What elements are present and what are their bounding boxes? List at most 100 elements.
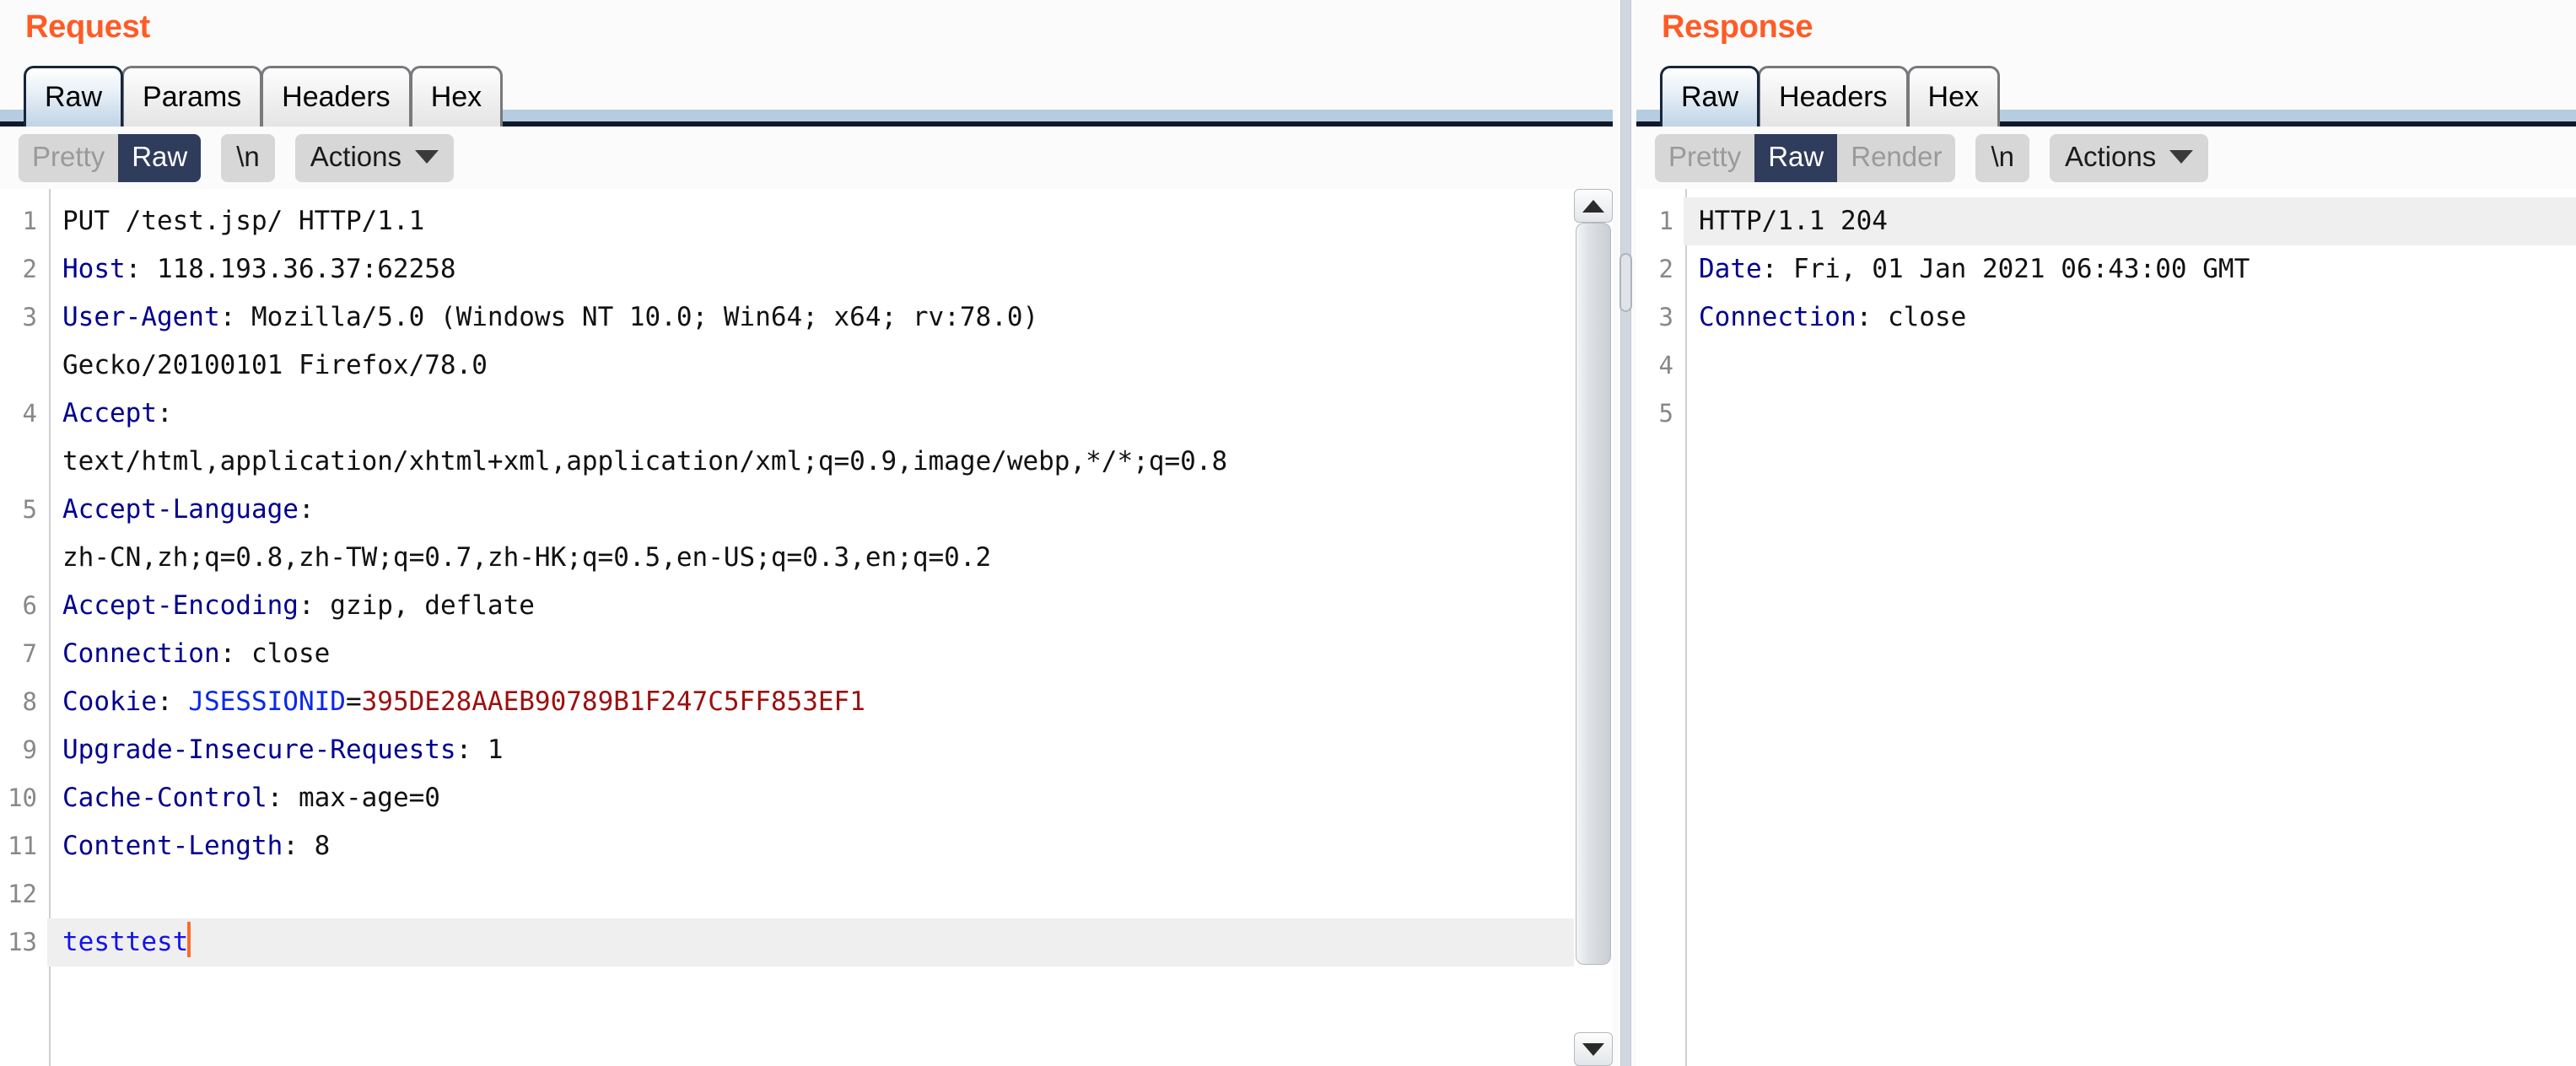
- request-panel: Request RawParamsHeadersHex PrettyRaw \n…: [0, 0, 1613, 1066]
- response-editor[interactable]: 1HTTP/1.1 2042Date: Fri, 01 Jan 2021 06:…: [1636, 189, 2576, 1066]
- request-code-line[interactable]: 9Upgrade-Insecure-Requests: 1: [0, 726, 1613, 774]
- request-code-line[interactable]: 10Cache-Control: max-age=0: [0, 774, 1613, 822]
- response-code-area[interactable]: 1HTTP/1.1 2042Date: Fri, 01 Jan 2021 06:…: [1636, 189, 2576, 438]
- code-token-plain: : close: [220, 638, 331, 669]
- text-cursor: [187, 922, 191, 957]
- line-text[interactable]: Content-Length: 8: [47, 822, 1613, 870]
- request-tab-headers[interactable]: Headers: [261, 66, 412, 127]
- line-text[interactable]: text/html,application/xhtml+xml,applicat…: [47, 438, 1613, 486]
- scroll-up-arrow-icon: [1582, 200, 1604, 213]
- line-text[interactable]: HTTP/1.1 204: [1684, 197, 2576, 245]
- request-vertical-scrollbar[interactable]: [1574, 189, 1613, 1066]
- response-tab-raw[interactable]: Raw: [1660, 66, 1760, 127]
- response-code-line[interactable]: 5: [1636, 390, 2576, 438]
- request-tab-params[interactable]: Params: [121, 66, 262, 127]
- line-text[interactable]: Accept-Encoding: gzip, deflate: [47, 582, 1613, 630]
- request-code-line[interactable]: Gecko/20100101 Firefox/78.0: [0, 342, 1613, 390]
- pane-splitter-bar[interactable]: [1620, 0, 1631, 1066]
- request-code-line[interactable]: 13testtest: [0, 918, 1613, 966]
- line-text[interactable]: [1684, 390, 2576, 438]
- request-code-line[interactable]: 12: [0, 870, 1613, 918]
- line-text[interactable]: testtest: [47, 918, 1613, 966]
- tab-label: Params: [143, 81, 241, 114]
- scroll-up-button[interactable]: [1574, 189, 1613, 223]
- response-tab-hex[interactable]: Hex: [1907, 66, 2000, 127]
- response-view-mode-render[interactable]: Render: [1837, 134, 1955, 182]
- request-code-line[interactable]: text/html,application/xhtml+xml,applicat…: [0, 438, 1613, 486]
- request-tab-hex[interactable]: Hex: [410, 66, 503, 127]
- line-number: 13: [0, 918, 47, 966]
- response-code-line[interactable]: 2Date: Fri, 01 Jan 2021 06:43:00 GMT: [1636, 245, 2576, 293]
- line-text[interactable]: zh-CN,zh;q=0.8,zh-TW;q=0.7,zh-HK;q=0.5,e…: [47, 534, 1613, 582]
- request-code-line[interactable]: 2Host: 118.193.36.37:62258: [0, 245, 1613, 293]
- response-view-mode-raw[interactable]: Raw: [1754, 134, 1837, 182]
- request-newline-button[interactable]: \n: [221, 134, 275, 182]
- line-text[interactable]: Host: 118.193.36.37:62258: [47, 245, 1613, 293]
- request-editor[interactable]: 1PUT /test.jsp/ HTTP/1.12Host: 118.193.3…: [0, 189, 1613, 1066]
- response-code-line[interactable]: 1HTTP/1.1 204: [1636, 197, 2576, 245]
- line-text[interactable]: Gecko/20100101 Firefox/78.0: [47, 342, 1613, 390]
- request-view-mode-raw[interactable]: Raw: [118, 134, 201, 182]
- code-token-header: Connection: [62, 638, 220, 669]
- line-text[interactable]: Connection: close: [1684, 293, 2576, 342]
- request-code-line[interactable]: 6Accept-Encoding: gzip, deflate: [0, 582, 1613, 630]
- line-number: 4: [1636, 342, 1684, 390]
- response-code-line[interactable]: 3Connection: close: [1636, 293, 2576, 342]
- response-view-mode-group[interactable]: PrettyRawRender: [1655, 134, 1955, 182]
- line-number: 6: [0, 582, 47, 630]
- chevron-down-icon: [2169, 150, 2193, 164]
- request-view-mode-group[interactable]: PrettyRaw: [19, 134, 201, 182]
- response-code-line[interactable]: 4: [1636, 342, 2576, 390]
- pane-splitter[interactable]: [1613, 0, 1636, 1066]
- code-token-cookie-value: 395DE28AAEB90789B1F247C5FF853EF1: [362, 686, 865, 717]
- request-scroll-thumb[interactable]: [1576, 223, 1611, 965]
- code-token-plain: : 118.193.36.37:62258: [126, 254, 456, 284]
- line-number: 10: [0, 774, 47, 822]
- request-code-line[interactable]: 8Cookie: JSESSIONID=395DE28AAEB90789B1F2…: [0, 678, 1613, 726]
- code-token-plain: : close: [1857, 302, 1967, 332]
- line-text[interactable]: Cache-Control: max-age=0: [47, 774, 1613, 822]
- line-text[interactable]: Connection: close: [47, 630, 1613, 678]
- line-text[interactable]: Accept:: [47, 390, 1613, 438]
- request-code-line[interactable]: 7Connection: close: [0, 630, 1613, 678]
- line-number: 4: [0, 390, 47, 438]
- line-number: 8: [0, 678, 47, 726]
- line-text[interactable]: User-Agent: Mozilla/5.0 (Windows NT 10.0…: [47, 293, 1613, 342]
- request-code-line[interactable]: 11Content-Length: 8: [0, 822, 1613, 870]
- line-text[interactable]: Accept-Language:: [47, 486, 1613, 534]
- line-text[interactable]: [1684, 342, 2576, 390]
- line-number: 11: [0, 822, 47, 870]
- request-tab-raw[interactable]: Raw: [24, 66, 123, 127]
- response-actions-button[interactable]: Actions: [2050, 134, 2208, 182]
- pane-splitter-handle[interactable]: [1619, 253, 1632, 312]
- tab-label: Hex: [1928, 81, 1979, 114]
- line-text[interactable]: Upgrade-Insecure-Requests: 1: [47, 726, 1613, 774]
- request-code-line[interactable]: 4Accept:: [0, 390, 1613, 438]
- line-number: 3: [1636, 293, 1684, 342]
- tab-label: Raw: [1681, 81, 1738, 114]
- scroll-down-button[interactable]: [1574, 1032, 1613, 1066]
- code-token-plain: text/html,application/xhtml+xml,applicat…: [62, 446, 1227, 476]
- line-text[interactable]: [47, 870, 1613, 918]
- code-token-plain: :: [157, 398, 173, 428]
- line-text[interactable]: Cookie: JSESSIONID=395DE28AAEB90789B1F24…: [47, 678, 1613, 726]
- request-code-line[interactable]: 5Accept-Language:: [0, 486, 1613, 534]
- request-view-mode-pretty[interactable]: Pretty: [19, 134, 118, 182]
- request-actions-button[interactable]: Actions: [295, 134, 454, 182]
- tab-label: Hex: [431, 81, 482, 114]
- code-token-plain: : max-age=0: [267, 783, 440, 813]
- request-code-line[interactable]: zh-CN,zh;q=0.8,zh-TW;q=0.7,zh-HK;q=0.5,e…: [0, 534, 1613, 582]
- request-code-line[interactable]: 3User-Agent: Mozilla/5.0 (Windows NT 10.…: [0, 293, 1613, 342]
- line-text[interactable]: PUT /test.jsp/ HTTP/1.1: [47, 197, 1613, 245]
- code-token-header: Content-Length: [62, 831, 283, 861]
- code-token-header: Cookie: [62, 686, 157, 717]
- line-text[interactable]: Date: Fri, 01 Jan 2021 06:43:00 GMT: [1684, 245, 2576, 293]
- request-code-area[interactable]: 1PUT /test.jsp/ HTTP/1.12Host: 118.193.3…: [0, 189, 1613, 966]
- request-code-line[interactable]: 1PUT /test.jsp/ HTTP/1.1: [0, 197, 1613, 245]
- response-tab-headers[interactable]: Headers: [1758, 66, 1909, 127]
- response-newline-button[interactable]: \n: [1975, 134, 2029, 182]
- line-number: 5: [1636, 390, 1684, 438]
- request-scroll-track[interactable]: [1574, 223, 1613, 1032]
- code-token-plain: : 8: [283, 831, 330, 861]
- response-view-mode-pretty[interactable]: Pretty: [1655, 134, 1754, 182]
